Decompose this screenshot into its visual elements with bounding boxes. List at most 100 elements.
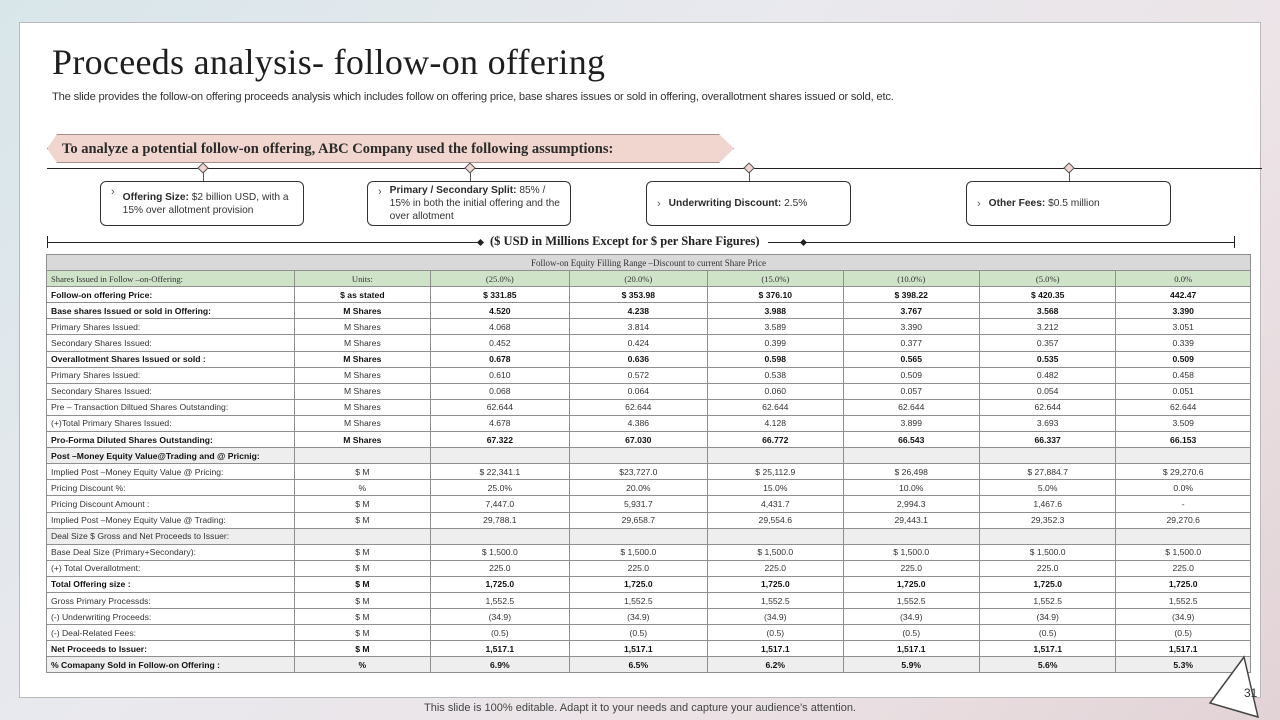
chevron-right-icon: ›: [657, 197, 661, 210]
value-cell: $ 25,112.9: [707, 463, 844, 481]
table-row: Primary Shares Issued: M Shares 4.068 3.814…: [46, 318, 1251, 336]
row-label: Secondary Shares Issued:: [46, 334, 295, 352]
row-label: Base Deal Size (Primary+Secondary):: [46, 543, 295, 561]
row-label: Net Proceeds to Issuer:: [46, 640, 295, 658]
column-header: (5.0%): [978, 270, 1117, 288]
value-cell: 0.509: [1115, 350, 1251, 368]
usd-divider-tick-left: [47, 236, 48, 248]
value-cell: $ 22,341.1: [430, 463, 570, 481]
value-cell: 1,725.0: [978, 575, 1117, 593]
column-header: Shares Issued in Follow –on-Offering:: [46, 270, 295, 288]
value-cell: 1,725.0: [568, 575, 709, 593]
value-cell: 62.644: [707, 398, 844, 416]
value-cell: $ 26,498: [842, 463, 980, 481]
value-cell: [978, 447, 1117, 465]
unit-cell: $ M: [293, 575, 432, 593]
table-row: (+) Total Overallotment: $ M 225.0 225.0 225…: [46, 559, 1251, 577]
value-cell: 0.458: [1115, 366, 1251, 384]
unit-cell: [293, 447, 432, 465]
value-cell: 1,517.1: [978, 640, 1117, 658]
table-row: Total Offering size : $ M 1,725.0 1,725.0 1,…: [46, 575, 1251, 593]
assumption-box-split: › Primary / Secondary Split: 85% / 15% i…: [367, 181, 571, 226]
value-cell: 7,447.0: [430, 495, 570, 513]
value-cell: (0.5): [1115, 624, 1251, 642]
value-cell: $ 398.22: [842, 286, 980, 304]
value-cell: [430, 527, 570, 545]
table-row: (-) Deal-Related Fees: $ M (0.5) (0.5) (0.5)…: [46, 624, 1251, 642]
unit-cell: M Shares: [293, 414, 432, 433]
table-row: Pricing Discount Amount : $ M 7,447.0 5,931…: [46, 495, 1251, 513]
value-cell: 1,725.0: [707, 575, 844, 593]
slide: Proceeds analysis- follow-on offering Th…: [19, 22, 1262, 698]
value-cell: [842, 527, 980, 545]
value-cell: (0.5): [978, 624, 1117, 642]
page-number: 31: [1244, 686, 1258, 700]
value-cell: (34.9): [842, 608, 980, 626]
value-cell: 1,517.1: [842, 640, 980, 658]
assumption-box-offering-size: › Offering Size: $2 billion USD, with a …: [100, 181, 304, 226]
value-cell: 66.543: [842, 431, 980, 449]
assumption-box-other-fees: › Other Fees: $0.5 million: [966, 181, 1171, 226]
value-cell: (0.5): [842, 624, 980, 642]
row-label: Secondary Shares Issued:: [46, 382, 295, 400]
row-label: Pricing Discount %:: [46, 479, 295, 497]
value-cell: 0.357: [978, 334, 1117, 352]
unit-cell: $ M: [293, 640, 432, 658]
value-cell: 1,725.0: [1115, 575, 1251, 593]
value-cell: 29,270.6: [1115, 511, 1251, 529]
connector-diamond-3: [743, 162, 755, 174]
row-label: (-) Underwriting Proceeds:: [46, 608, 295, 626]
table-row: Base shares Issued or sold in Offering: M…: [46, 302, 1251, 320]
value-cell: 3.212: [978, 318, 1117, 336]
unit-cell: M Shares: [293, 302, 432, 320]
value-cell: 25.0%: [430, 479, 570, 497]
table-row: Implied Post –Money Equity Value @ Prici…: [46, 463, 1251, 481]
value-cell: $ 1,500.0: [1115, 543, 1251, 561]
value-cell: 0.565: [842, 350, 980, 368]
table-row: Secondary Shares Issued: M Shares 0.452 0.4…: [46, 334, 1251, 352]
value-cell: 3.390: [1115, 302, 1251, 320]
row-label: Base shares Issued or sold in Offering:: [46, 302, 295, 320]
value-cell: (0.5): [568, 624, 709, 642]
value-cell: $ 1,500.0: [430, 543, 570, 561]
value-cell: $ 376.10: [707, 286, 844, 304]
value-cell: 4.520: [430, 302, 570, 320]
value-cell: 0.054: [978, 382, 1117, 400]
value-cell: 4.128: [707, 414, 844, 433]
value-cell: [568, 527, 709, 545]
row-label: Follow-on offering Price:: [46, 286, 295, 304]
unit-cell: $ M: [293, 591, 432, 610]
value-cell: 67.322: [430, 431, 570, 449]
value-cell: $ 420.35: [978, 286, 1117, 304]
value-cell: 4.238: [568, 302, 709, 320]
unit-cell: M Shares: [293, 382, 432, 400]
value-cell: 5.6%: [978, 656, 1117, 674]
row-label: Pricing Discount Amount :: [46, 495, 295, 513]
value-cell: 62.644: [1115, 398, 1251, 416]
column-header: (15.0%): [707, 270, 844, 288]
value-cell: 1,552.5: [430, 591, 570, 610]
value-cell: 3.568: [978, 302, 1117, 320]
proceeds-table: Follow-on Equity Filling Range –Discount…: [46, 253, 1251, 674]
value-cell: 66.772: [707, 431, 844, 449]
column-header: (20.0%): [568, 270, 709, 288]
value-cell: -: [1115, 495, 1251, 513]
value-cell: 5,931.7: [568, 495, 709, 513]
value-cell: 0.424: [568, 334, 709, 352]
value-cell: 4,431.7: [707, 495, 844, 513]
value-cell: 1,552.5: [978, 591, 1117, 610]
value-cell: [568, 447, 709, 465]
table-row: Net Proceeds to Issuer: $ M 1,517.1 1,517.1…: [46, 640, 1251, 658]
value-cell: 0.538: [707, 366, 844, 384]
table-row: (+)Total Primary Shares Issued: M Shares 4…: [46, 414, 1251, 433]
table-row: Deal Size $ Gross and Net Proceeds to Is…: [46, 527, 1251, 545]
table-row: Pre – Transaction Diltued Shares Outstan…: [46, 398, 1251, 416]
value-cell: (0.5): [707, 624, 844, 642]
usd-units-label: ($ USD in Millions Except for $ per Shar…: [482, 234, 768, 249]
value-cell: $ 27,884.7: [978, 463, 1117, 481]
table-row: Overallotment Shares Issued or sold :M S…: [46, 350, 1251, 368]
row-label: Gross Primary Processds:: [46, 591, 295, 610]
value-cell: 442.47: [1115, 286, 1251, 304]
value-cell: [430, 447, 570, 465]
value-cell: 29,352.3: [978, 511, 1117, 529]
